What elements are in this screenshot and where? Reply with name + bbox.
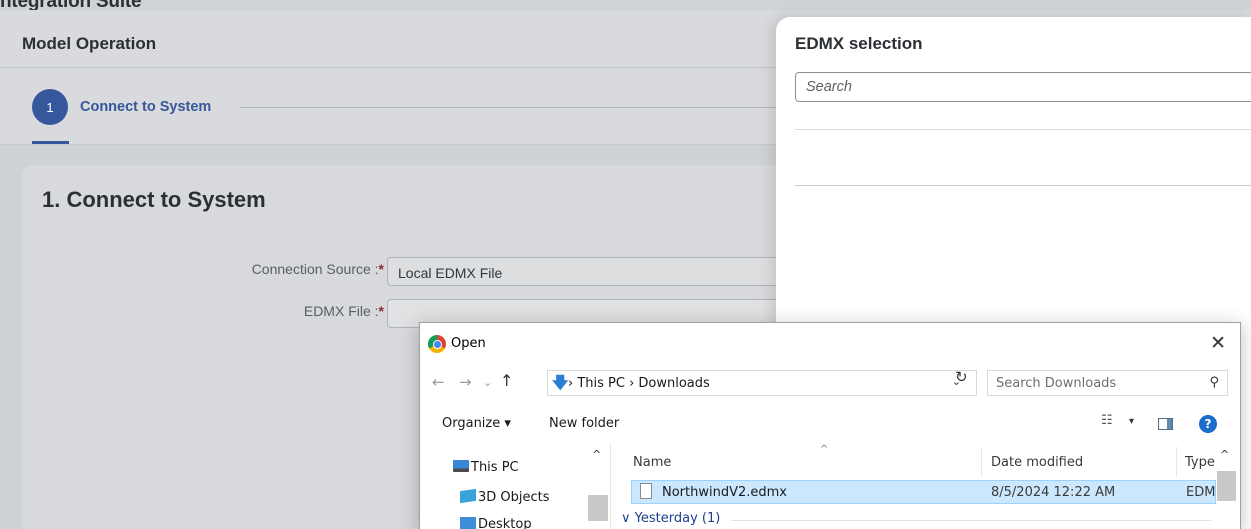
- file-scrollbar-thumb[interactable]: [1217, 471, 1236, 501]
- back-arrow-icon[interactable]: ←: [432, 373, 445, 391]
- required-mark: *: [378, 303, 384, 319]
- desktop-icon: [460, 517, 476, 529]
- nav-item-this-pc[interactable]: This PC: [453, 460, 519, 475]
- nav-item-label: Desktop: [478, 517, 532, 529]
- address-row: ← → ⌄ ↑ 🡇 › This PC › Downloads ⌄ ↻ Sear…: [420, 366, 1240, 400]
- refresh-icon[interactable]: ↻: [955, 368, 968, 386]
- page-title: Model Operation: [22, 34, 157, 53]
- file-name: NorthwindV2.edmx: [662, 485, 787, 500]
- required-mark: *: [378, 261, 384, 277]
- app-header: ntegration Suite: [0, 0, 1251, 12]
- search-icon[interactable]: ⚲: [1209, 375, 1219, 390]
- navigation-pane: ^ This PC 3D Objects Desktop: [420, 443, 610, 529]
- file-row-selected[interactable]: NorthwindV2.edmx 8/5/2024 12:22 AM EDM: [631, 480, 1216, 504]
- edmx-file-label: EDMX File :*: [184, 303, 384, 319]
- active-step-indicator: [32, 141, 69, 144]
- column-separator[interactable]: [981, 447, 982, 477]
- up-arrow-icon[interactable]: ↑: [500, 371, 513, 390]
- recent-locations-chevron-icon[interactable]: ⌄: [483, 376, 492, 389]
- nav-item-desktop[interactable]: Desktop: [460, 517, 532, 529]
- search-placeholder: Search Downloads: [996, 376, 1117, 391]
- file-list: ^ Name Date modified Type ^ NorthwindV2.…: [611, 443, 1241, 529]
- edmx-panel-title: EDMX selection: [795, 34, 923, 53]
- forward-arrow-icon[interactable]: →: [459, 373, 472, 391]
- new-folder-button[interactable]: New folder: [549, 416, 619, 431]
- search-downloads-input[interactable]: Search Downloads ⚲: [987, 370, 1228, 396]
- nav-item-label: This PC: [471, 460, 519, 475]
- file-date-modified: 8/5/2024 12:22 AM: [991, 485, 1116, 500]
- operation-header: Model Operation: [0, 10, 780, 68]
- section-title: 1. Connect to System: [42, 187, 266, 212]
- close-icon[interactable]: ✕: [1210, 332, 1226, 354]
- edmx-file-label-text: EDMX File :: [303, 303, 379, 319]
- breadcrumb[interactable]: › This PC › Downloads: [568, 376, 710, 391]
- list-divider: [795, 129, 1251, 130]
- group-divider: [731, 520, 1211, 521]
- cube-icon: [460, 488, 476, 504]
- change-view-icon[interactable]: ☷: [1101, 413, 1113, 428]
- organize-menu-button[interactable]: Organize ▾: [442, 416, 511, 431]
- pc-icon: [453, 460, 469, 472]
- nav-item-3d-objects[interactable]: 3D Objects: [460, 488, 550, 505]
- connection-source-select[interactable]: Local EDMX File: [387, 257, 787, 286]
- column-header-type[interactable]: Type: [1185, 455, 1215, 470]
- column-separator[interactable]: [1176, 447, 1177, 477]
- step-number-badge[interactable]: 1: [32, 89, 68, 125]
- chrome-icon: [428, 335, 446, 353]
- scroll-up-icon[interactable]: ^: [592, 448, 601, 461]
- file-type: EDM: [1186, 485, 1216, 500]
- list-divider: [795, 185, 1251, 186]
- edmx-search-input[interactable]: Search: [795, 72, 1251, 102]
- sort-caret-icon: ^: [820, 444, 829, 455]
- scroll-up-icon[interactable]: ^: [1220, 448, 1229, 461]
- dialog-toolbar: Organize ▾ New folder ☷ ▾ ?: [420, 406, 1240, 442]
- nav-scrollbar-thumb[interactable]: [588, 495, 608, 521]
- nav-item-label: 3D Objects: [478, 490, 550, 505]
- column-header-date-modified[interactable]: Date modified: [991, 455, 1083, 470]
- dialog-title: Open: [451, 336, 486, 351]
- view-dropdown-icon[interactable]: ▾: [1129, 416, 1134, 427]
- dialog-titlebar: Open ✕: [420, 323, 1240, 363]
- step-connector-line: [240, 107, 780, 108]
- file-icon: [640, 483, 652, 499]
- connection-source-label: Connection Source :*: [184, 261, 384, 277]
- address-bar[interactable]: 🡇 › This PC › Downloads ⌄: [547, 370, 977, 396]
- step-label[interactable]: Connect to System: [80, 99, 211, 115]
- group-header-yesterday[interactable]: ∨ Yesterday (1): [621, 511, 720, 526]
- connection-source-label-text: Connection Source :: [251, 261, 379, 277]
- preview-pane-icon[interactable]: [1158, 418, 1173, 430]
- downloads-folder-icon: 🡇: [552, 373, 569, 392]
- wizard-progress: 1 Connect to System: [0, 68, 780, 145]
- open-file-dialog: Open ✕ ← → ⌄ ↑ 🡇 › This PC › Downloads ⌄…: [419, 322, 1241, 529]
- column-header-name[interactable]: Name: [633, 455, 671, 470]
- help-icon[interactable]: ?: [1199, 415, 1217, 433]
